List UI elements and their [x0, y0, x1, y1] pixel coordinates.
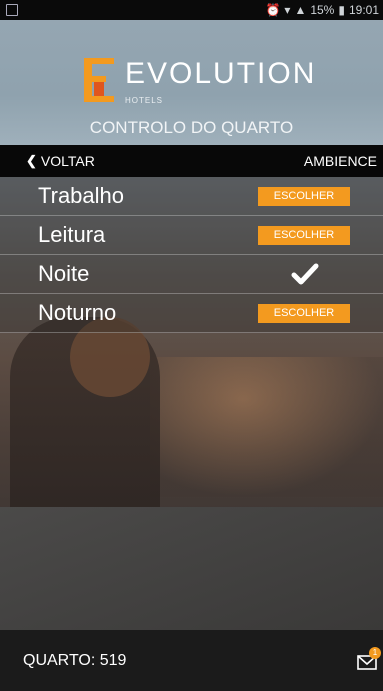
evolution-logo-icon: [84, 58, 114, 102]
section-title: AMBIENCE: [303, 153, 377, 169]
chevron-left-icon: ❮: [26, 153, 37, 168]
list-item: Noturno ESCOLHER: [0, 294, 383, 333]
status-icons: ⏰ ▾ ▲ 15% ▮ 19:01: [265, 3, 379, 17]
list-item: Leitura ESCOLHER: [0, 216, 383, 255]
ambience-label: Trabalho: [38, 183, 125, 208]
clock: 19:01: [348, 3, 379, 17]
ambience-label: Noite: [38, 261, 90, 286]
list-item: Noite: [0, 255, 383, 294]
room-number: QUARTO: 519: [23, 652, 127, 669]
battery-level: 15%: [310, 3, 335, 17]
choose-button[interactable]: ESCOLHER: [258, 187, 350, 206]
ambience-label: Noturno: [38, 300, 117, 325]
list-item: Trabalho ESCOLHER: [0, 177, 383, 216]
app-screen: ⏰ ▾ ▲ 15% ▮ 19:01 EVOLUTION HOTELS CONTR…: [0, 0, 383, 691]
notification-badge: 1: [369, 647, 381, 659]
signal-icon: ▲: [294, 3, 307, 17]
footer-bar: QUARTO: 519 1: [0, 630, 383, 691]
gallery-icon: [6, 4, 18, 16]
choose-button[interactable]: ESCOLHER: [258, 304, 350, 323]
brand-subtitle: HOTELS: [125, 96, 164, 105]
choose-button[interactable]: ESCOLHER: [258, 226, 350, 245]
status-bar: ⏰ ▾ ▲ 15% ▮ 19:01: [0, 0, 383, 20]
alarm-icon: ⏰: [265, 3, 281, 17]
battery-icon: ▮: [338, 3, 345, 17]
ambience-label: Leitura: [38, 222, 106, 247]
back-button[interactable]: ❮ VOLTAR: [26, 153, 95, 169]
wifi-icon: ▾: [284, 3, 291, 17]
ambience-list: Trabalho ESCOLHER Leitura ESCOLHER Noite…: [0, 177, 383, 333]
page-title: CONTROLO DO QUARTO: [89, 118, 294, 137]
checkmark-icon: [291, 263, 319, 285]
nav-bar: ❮ VOLTAR AMBIENCE: [0, 145, 383, 177]
brand-name: EVOLUTION: [125, 57, 317, 90]
back-label: VOLTAR: [40, 153, 95, 169]
app-header: EVOLUTION HOTELS CONTROLO DO QUARTO: [0, 20, 383, 145]
